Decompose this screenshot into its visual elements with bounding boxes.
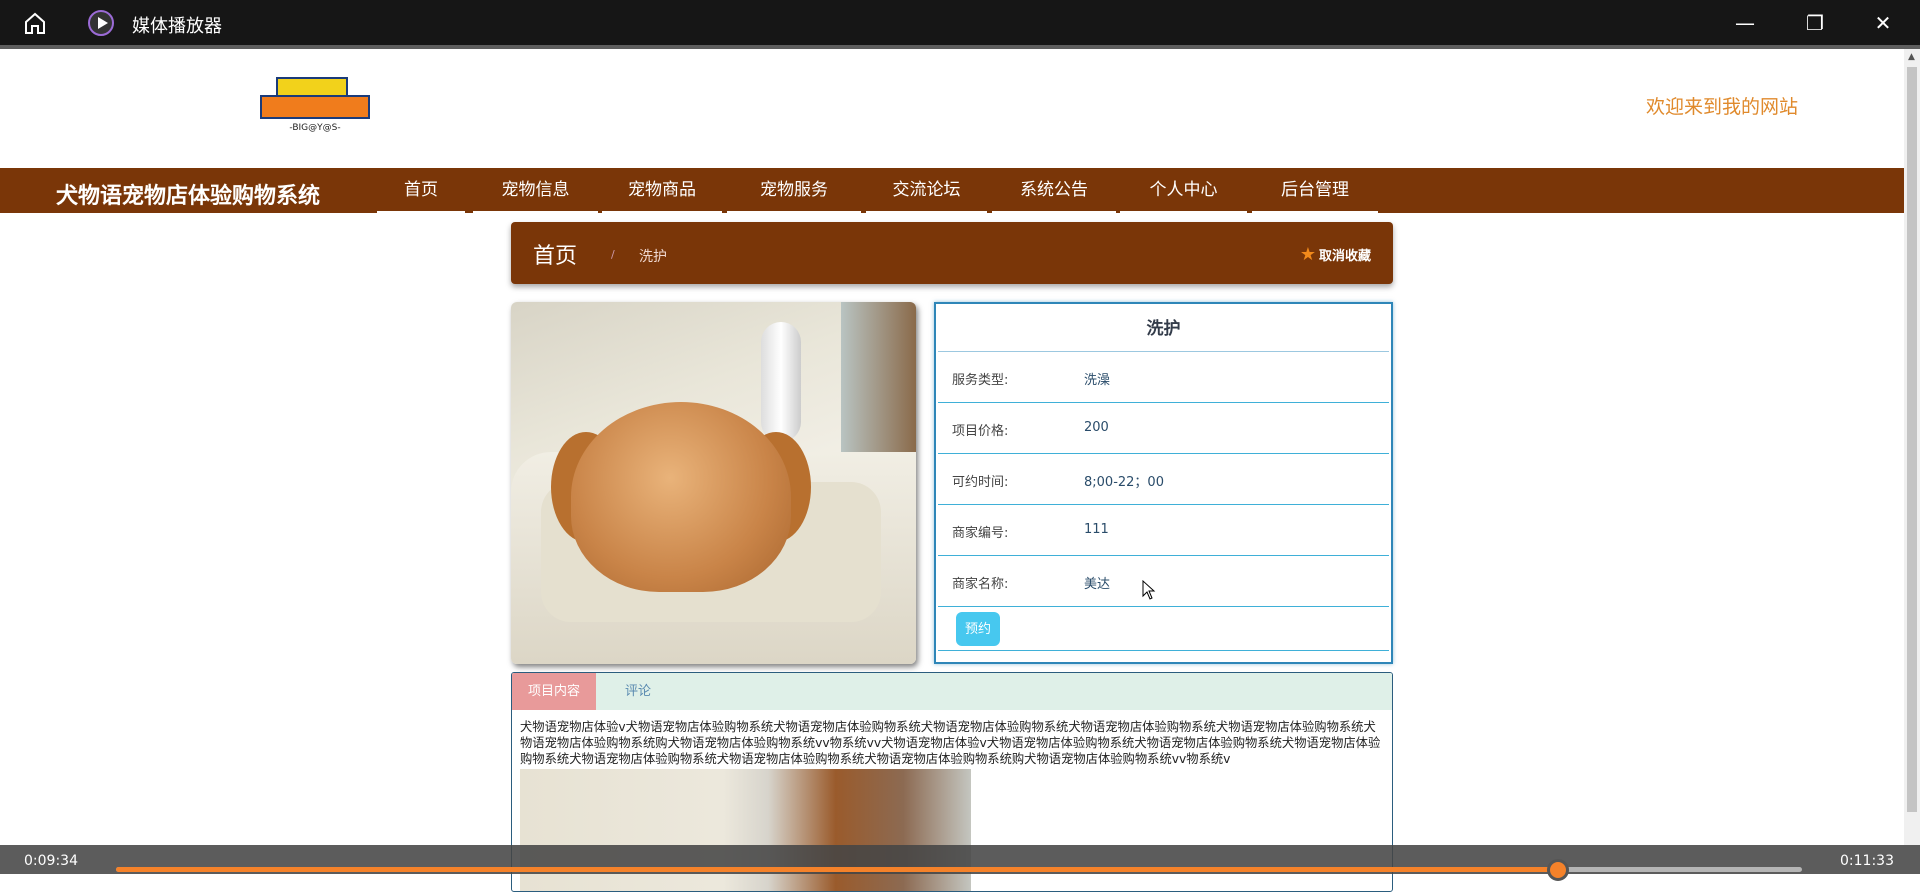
tab-bar: 项目内容 评论 — [512, 673, 1392, 710]
row-value: 美达 — [1084, 577, 1111, 592]
row-value: 200 — [1084, 420, 1109, 435]
seek-handle[interactable] — [1546, 859, 1569, 881]
total-time: 0:11:33 — [1840, 853, 1894, 869]
tab-comments[interactable]: 评论 — [608, 673, 668, 710]
service-info-table: 洗护 服务类型: 洗澡 项目价格: 200 可约时间: 8;00-22；00 商家编号… — [934, 302, 1393, 664]
media-controls: 0:09:34 0:11:33 — [0, 845, 1920, 881]
row-label: 商家名称: — [952, 577, 1009, 592]
breadcrumb-separator: / — [611, 248, 615, 261]
nav-item-announcements[interactable]: 系统公告 — [992, 168, 1116, 213]
breadcrumb-home[interactable]: 首页 — [533, 238, 577, 270]
unfavorite-button[interactable]: ★ 取消收藏 — [1300, 244, 1371, 265]
service-title: 洗护 — [938, 306, 1389, 352]
nav-item-pet-services[interactable]: 宠物服务 — [727, 168, 861, 213]
action-row: 预约 — [938, 607, 1389, 651]
row-label: 服务类型: — [952, 373, 1009, 388]
info-row: 可约时间: 8;00-22；00 — [938, 454, 1389, 505]
svg-text:-BIG@Y@S-: -BIG@Y@S- — [289, 123, 340, 133]
restore-icon[interactable]: ❐ — [1800, 8, 1830, 38]
nav-item-profile[interactable]: 个人中心 — [1120, 168, 1247, 213]
minimize-icon[interactable]: — — [1730, 8, 1760, 38]
project-content-text: 犬物语宠物店体验v犬物语宠物店体验购物系统犬物语宠物店体验购物系统犬物语宠物店体… — [520, 720, 1381, 766]
nav-item-home[interactable]: 首页 — [377, 168, 465, 213]
close-icon[interactable]: ✕ — [1868, 8, 1898, 38]
window-title: 媒体播放器 — [132, 16, 222, 37]
site-title[interactable]: 犬物语宠物店体验购物系统 — [56, 178, 320, 210]
main-nav: 犬物语宠物店体验购物系统 首页 宠物信息 宠物商品 宠物服务 交流论坛 系统公告… — [0, 168, 1904, 213]
media-player-icon — [88, 10, 114, 36]
page-scrollbar[interactable]: ▲ — [1904, 49, 1920, 845]
seek-progress — [116, 867, 1558, 872]
scroll-up-icon[interactable]: ▲ — [1908, 52, 1915, 62]
info-row: 商家编号: 111 — [938, 505, 1389, 556]
seek-bar[interactable] — [116, 859, 1802, 881]
scrollbar-thumb[interactable] — [1907, 67, 1917, 812]
mouse-cursor-icon — [1142, 580, 1156, 600]
row-value: 111 — [1084, 522, 1109, 537]
info-row: 项目价格: 200 — [938, 403, 1389, 454]
row-label: 可约时间: — [952, 475, 1009, 490]
row-value: 洗澡 — [1084, 373, 1111, 388]
star-icon: ★ — [1299, 244, 1316, 265]
info-row: 商家名称: 美达 — [938, 556, 1389, 607]
breadcrumb: 首页 / 洗护 ★ 取消收藏 — [511, 222, 1393, 284]
home-icon[interactable] — [22, 10, 48, 36]
elapsed-time: 0:09:34 — [24, 853, 78, 869]
row-label: 商家编号: — [952, 526, 1009, 541]
nav-item-forum[interactable]: 交流论坛 — [866, 168, 987, 213]
service-image — [511, 302, 916, 664]
nav-item-admin[interactable]: 后台管理 — [1252, 168, 1378, 213]
unfavorite-label: 取消收藏 — [1318, 249, 1371, 264]
nav-item-pet-info[interactable]: 宠物信息 — [473, 168, 598, 213]
welcome-text: 欢迎来到我的网站 — [1646, 96, 1799, 118]
info-row: 服务类型: 洗澡 — [938, 352, 1389, 403]
site-logo[interactable]: -BIG@Y@S- — [257, 76, 373, 136]
nav-item-pet-goods[interactable]: 宠物商品 — [602, 168, 722, 213]
tab-project-content[interactable]: 项目内容 — [512, 673, 596, 710]
breadcrumb-current: 洗护 — [639, 249, 667, 265]
row-label: 项目价格: — [952, 424, 1009, 439]
book-button[interactable]: 预约 — [956, 612, 1000, 646]
row-value: 8;00-22；00 — [1084, 475, 1164, 490]
title-bar: 媒体播放器 — ❐ ✕ — [0, 0, 1920, 45]
